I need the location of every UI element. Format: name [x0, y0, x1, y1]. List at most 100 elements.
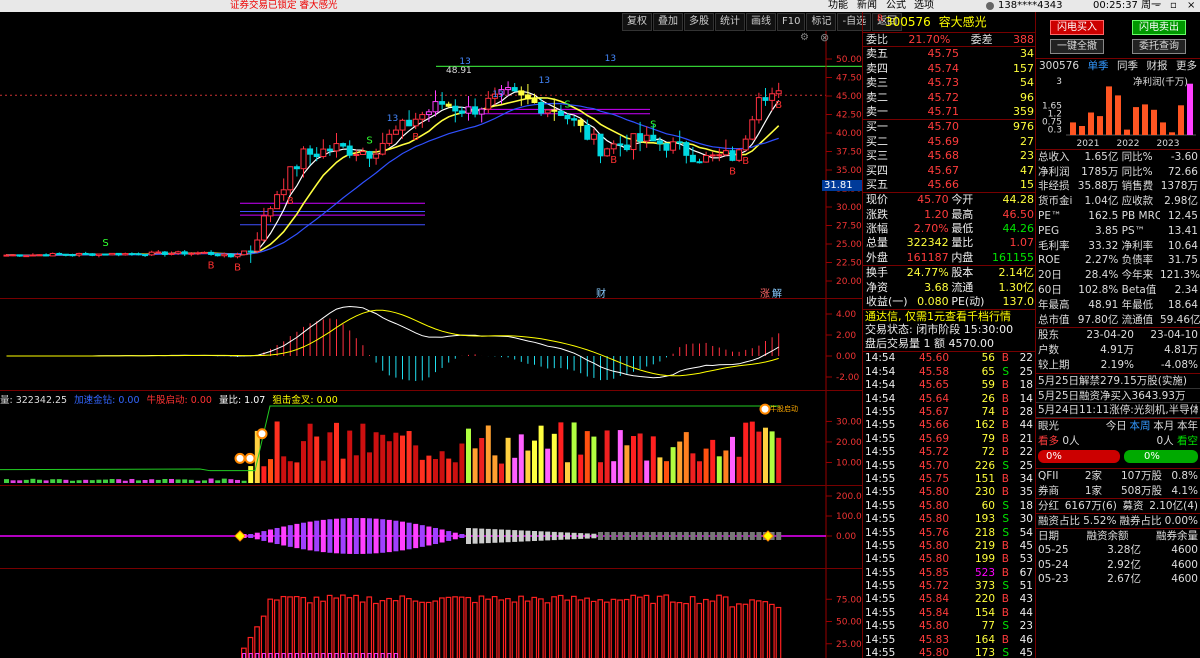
tick-volume: 60 [981, 499, 995, 512]
tb-fuquan-button[interactable]: 复权 [622, 13, 652, 31]
indicator-bar [465, 596, 472, 658]
macd-panel[interactable]: 4.00 2.00 0.00 -2.00 [0, 298, 862, 391]
stat-value: 161187 [906, 250, 949, 264]
candle [76, 252, 83, 256]
tab-same-quarter[interactable]: 同季 [1117, 59, 1138, 73]
ask-row[interactable]: 卖四 45.74 157 [863, 62, 1035, 76]
bid-row[interactable]: 买五 45.66 15 [863, 178, 1035, 192]
stock-header[interactable]: R 300576 容大感光 [863, 12, 1035, 32]
tb-f10-button[interactable]: F10 [777, 13, 806, 31]
tb-stats-button[interactable]: 统计 [715, 13, 745, 31]
profit-chart[interactable]: 3 1.65 1.2 0.75 0.3 2021 2022 2023 净利润(千万) [1036, 73, 1200, 149]
tab-more[interactable]: 更多 [1176, 59, 1197, 73]
tick-count: 53 [1019, 553, 1033, 566]
ask-row[interactable]: 卖一 45.71 359 [863, 105, 1035, 119]
chart-settings-icon[interactable]: ⚙ [800, 32, 809, 43]
indicator-bar [716, 594, 722, 658]
volume-bar [103, 479, 108, 483]
ask-row[interactable]: 卖二 45.72 96 [863, 91, 1035, 105]
osc-bar [307, 521, 313, 551]
close-icon[interactable]: × [1187, 0, 1195, 12]
metric-row[interactable]: 货币金i 1.04亿 应收款 2.98亿 [1036, 194, 1200, 209]
tick-row: 14:55 45.69 79 B 21 [863, 433, 1035, 446]
ask-row[interactable]: 卖三 45.73 54 [863, 76, 1035, 90]
news-item[interactable]: 5月25日融资净买入3643.93万 [1036, 389, 1200, 404]
metric-row[interactable]: 非经损 35.88万 销售费 1378万 [1036, 179, 1200, 194]
eye-tab-today[interactable]: 今日 [1106, 419, 1127, 434]
promo-banner[interactable]: 通达信, 仅需1元查看千档行情 [863, 309, 1035, 323]
osc-bar [459, 534, 465, 538]
tb-draw-button[interactable]: 画线 [746, 13, 776, 31]
metric-value: 13.41 [1167, 224, 1198, 237]
tick-side: B [1001, 392, 1009, 405]
metric-row[interactable]: 毛利率 33.32 净利率 10.64 [1036, 239, 1200, 254]
order-query-button[interactable]: 委托查询 [1132, 39, 1186, 54]
tick-volume: 219 [974, 539, 995, 552]
metric-row[interactable]: ROE 2.27% 负债率 31.75 [1036, 253, 1200, 268]
indicator-bar [775, 606, 782, 658]
tick-row: 14:55 45.80 230 B 35 [863, 486, 1035, 499]
indicator-3-panel[interactable]: 200.0 100.0 0.00 [0, 485, 862, 569]
volume-bar [367, 452, 372, 483]
bid-row[interactable]: 买一 45.70 976 [863, 120, 1035, 134]
count-marker: 13 [605, 54, 616, 64]
user-icon[interactable] [986, 2, 994, 10]
cancel-all-button[interactable]: 一键全撤 [1050, 39, 1104, 54]
volume-bar [670, 447, 676, 483]
bid-volume: 23 [1020, 149, 1034, 163]
inst-count: 1家 [1084, 484, 1102, 497]
tab-single-quarter[interactable]: 单季 [1088, 59, 1109, 73]
ask-row[interactable]: 卖五 45.75 34 [863, 47, 1035, 61]
metric-row[interactable]: PEG 3.85 PS™ 13.41 [1036, 224, 1200, 239]
maximize-icon[interactable]: ▫ [1170, 0, 1177, 12]
menu-formula[interactable]: 公式 [886, 0, 906, 12]
bid-row[interactable]: 买四 45.67 47 [863, 164, 1035, 178]
eye-tab-month[interactable]: 本月 [1153, 419, 1174, 434]
tb-overlay-button[interactable]: 叠加 [653, 13, 683, 31]
volume-panel[interactable]: 30.00 20.00 10.00 量: 322342.25 加速金钻: 0.00 … [0, 390, 862, 486]
minimize-icon[interactable]: – [1155, 0, 1160, 12]
volume-bar [650, 436, 656, 483]
news-item[interactable]: 5月25日解禁279.15万股(实施) [1036, 374, 1200, 389]
menu-function[interactable]: 功能 [828, 0, 848, 12]
metric-row[interactable]: 20日 28.4% 今年来 121.3% [1036, 268, 1200, 283]
news-item[interactable]: 5月24日11:11涨停:光刻机,半导体 [1036, 403, 1200, 419]
tick-list[interactable]: 14:54 45.60 56 B 22 14:54 45.58 65 S 25 14:54 45.65… [863, 351, 1035, 658]
metric-row[interactable]: PE™ 162.5 PB MRQ 12.45 [1036, 209, 1200, 224]
chart-close-icon[interactable]: ⊗ [820, 31, 829, 44]
tick-price: 45.85 [918, 566, 949, 579]
metric-row[interactable]: 年最高 48.91 年最低 18.64 [1036, 298, 1200, 313]
tb-multi-button[interactable]: 多股 [684, 13, 714, 31]
candlestick-chart[interactable]: B B B B B B S S S S B B 13 13 13 13 13 50.00 47.50 45.00 42… [0, 31, 862, 300]
bull-label[interactable]: 看多 [1038, 435, 1059, 447]
tb-mark-button[interactable]: 标记 [806, 13, 837, 31]
metric-row[interactable]: 总收入 1.65亿 同比% -3.60 [1036, 150, 1200, 165]
y-label: 35.00 [836, 166, 862, 176]
indicator-bar [656, 595, 663, 658]
candle [280, 189, 287, 196]
bid-row[interactable]: 买二 45.69 27 [863, 135, 1035, 149]
candle [208, 251, 215, 255]
tick-count: 35 [1019, 486, 1033, 499]
menu-news[interactable]: 新闻 [857, 0, 877, 12]
metric-row[interactable]: 总市值 97.80亿 流通值 59.46亿 [1036, 313, 1200, 328]
tick-count: 44 [1019, 606, 1033, 619]
candle [590, 133, 597, 140]
account-id[interactable]: 138****4343 [998, 0, 1063, 12]
candle [749, 119, 756, 140]
lock-alert[interactable]: 证券交易已锁定 睿大感光 [230, 0, 338, 12]
holder-label: 股东 [1038, 329, 1059, 342]
tab-report[interactable]: 财报 [1147, 59, 1168, 73]
bid-row[interactable]: 买三 45.68 23 [863, 149, 1035, 163]
tick-side: B [1001, 419, 1009, 432]
bear-label[interactable]: 看空 [1177, 435, 1198, 447]
metric-row[interactable]: 60日 102.8% Beta值 2.34 [1036, 283, 1200, 298]
metric-row[interactable]: 净利润 1785万 同比% 72.66 [1036, 165, 1200, 180]
indicator-4-panel[interactable]: 75.00 50.00 25.00 [0, 568, 862, 658]
eye-tab-year[interactable]: 本年 [1177, 419, 1198, 434]
flash-buy-button[interactable]: 闪电买入 [1050, 20, 1104, 35]
flash-sell-button[interactable]: 闪电卖出 [1132, 20, 1186, 35]
osc-bar [683, 532, 689, 540]
menu-options[interactable]: 选项 [914, 0, 934, 12]
eye-tab-week[interactable]: 本周 [1130, 419, 1151, 434]
